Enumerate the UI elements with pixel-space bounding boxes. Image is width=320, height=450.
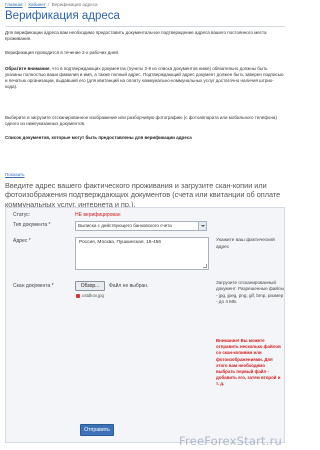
attached-file-name[interactable]: ustdkov.jpg — [82, 293, 104, 298]
address-hint: Укажите ваш фактический адрес — [216, 238, 275, 250]
document-list-heading: Список документов, которые могут быть пр… — [5, 135, 285, 141]
breadcrumb-cabinet-link[interactable]: Кабинет — [28, 2, 45, 7]
scan-label: Скан документа * — [13, 283, 54, 289]
browse-file-button[interactable]: Обзор... — [75, 281, 105, 291]
upload-instructions: Выберите и загрузите отсканированное изо… — [5, 115, 277, 126]
attention-paragraph: Обратите внимание, что в подтверждающих … — [5, 66, 285, 90]
multiple-files-notice: Внимание! Вы можете отправить несколько … — [216, 338, 281, 387]
status-badge: НЕ верифицирован — [75, 212, 121, 218]
intro-paragraph: Для верификации адреса вам необходимо пр… — [5, 30, 267, 41]
page-title: Верификация адреса — [5, 10, 120, 22]
verification-form: Статус: НЕ верифицирован Тип документа *… — [5, 207, 285, 443]
attached-file: ustdkov.jpg — [76, 293, 104, 298]
doc-type-select[interactable]: Выписка с действующего банковского счета — [75, 221, 207, 231]
address-textarea[interactable]: Россия, Москва, Пушкинская, 15-456 — [75, 237, 209, 270]
watermark: FreeForexStart.ru — [179, 434, 282, 448]
chevron-down-icon[interactable] — [198, 222, 206, 230]
title-divider — [5, 26, 285, 27]
intro-paragraph: Верификация проводится в течение 2-х раб… — [5, 50, 120, 55]
submit-button[interactable]: Отправить — [80, 424, 114, 436]
breadcrumb-separator: / — [48, 2, 50, 7]
breadcrumb-home-link[interactable]: Главная — [5, 2, 22, 7]
status-label: Статус: — [13, 212, 31, 218]
document-list-title: Список документов, которые могут быть пр… — [5, 135, 192, 140]
breadcrumb-current: Верификация адреса — [51, 2, 98, 7]
delete-file-icon[interactable] — [76, 293, 80, 298]
attention-heading: Обратите внимание — [5, 66, 50, 71]
doc-type-selected: Выписка с действующего банковского счета — [78, 223, 172, 228]
breadcrumb-separator: / — [24, 2, 27, 7]
file-status-text: Файл не выбран. — [109, 283, 149, 289]
breadcrumb: Главная / Кабинет / Верификация адреса — [5, 2, 98, 7]
address-label: Адрес * — [13, 238, 31, 244]
address-value: Россия, Москва, Пушкинская, 15-456 — [79, 240, 162, 245]
resize-grip-icon[interactable] — [203, 264, 207, 268]
file-hint: Загрузите отсканированный документ. Разр… — [216, 280, 284, 305]
show-documents-link[interactable]: Показать — [5, 172, 25, 177]
doc-type-label: Тип документа * — [13, 222, 51, 228]
lead-instructions: Введите адрес вашего фактического прожив… — [5, 181, 281, 209]
